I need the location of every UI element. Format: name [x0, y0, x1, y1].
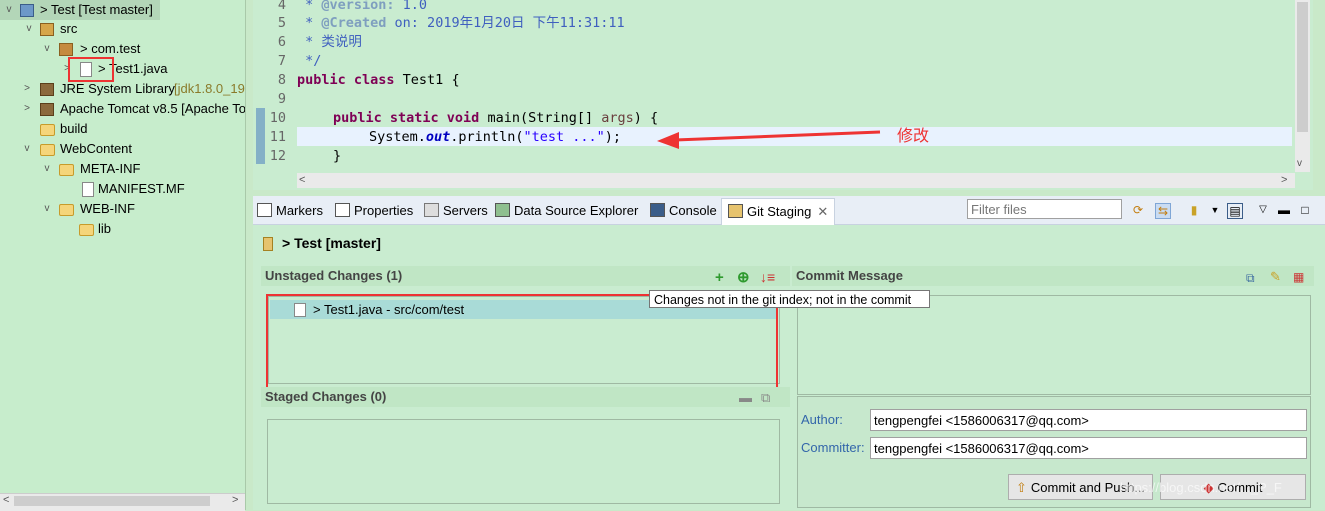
code-line-6: * 类说明	[297, 34, 362, 50]
unstaged-changes-header: Unstaged Changes (1)	[261, 266, 790, 286]
unstage-all-icon[interactable]: ⧉	[761, 391, 770, 404]
folder-open-icon	[59, 164, 74, 176]
project-icon	[20, 4, 34, 17]
minimize-icon[interactable]: ▬	[1277, 203, 1291, 217]
maximize-icon[interactable]: □	[1298, 203, 1312, 217]
chevron-down-icon[interactable]: v	[42, 199, 52, 219]
repository-icon[interactable]: ▮	[1187, 203, 1201, 217]
code-line-7: */	[297, 53, 322, 69]
highlight-box-file-icon	[68, 57, 114, 82]
close-icon[interactable]: ✕	[817, 204, 828, 219]
library-icon	[40, 83, 54, 96]
chevron-down-icon[interactable]: v	[4, 0, 14, 20]
signed-off-icon[interactable]: ✎	[1270, 269, 1281, 285]
unstaged-tooltip: Changes not in the git index; not in the…	[649, 290, 930, 308]
chevron-down-icon[interactable]: v	[42, 39, 52, 59]
line-number: 6	[277, 34, 286, 50]
chevron-right-icon[interactable]: >	[22, 99, 32, 119]
view-menu-icon[interactable]: ▽	[1256, 203, 1270, 217]
line-number: 12	[269, 148, 286, 164]
stage-selected-icon[interactable]: +	[715, 270, 724, 285]
code-line-10: public static void main(String[] args) {	[333, 110, 659, 126]
change-id-icon[interactable]: ▦	[1293, 270, 1304, 284]
chevron-down-icon[interactable]: v	[22, 139, 32, 159]
chevron-down-icon[interactable]: v	[42, 159, 52, 179]
watermark: https://blog.csdn.net/..._P_F	[1120, 480, 1282, 495]
package-icon	[59, 43, 73, 56]
annotation-label: 修改	[897, 128, 930, 145]
line-number: 4	[277, 0, 286, 13]
line-number: 5	[277, 15, 286, 31]
code-line-11: System.out.println("test ...");	[369, 129, 621, 145]
code-line-4: * @version: 1.0	[297, 0, 428, 13]
scrollbar-thumb[interactable]	[1297, 2, 1308, 132]
editor-horizontal-scrollbar[interactable]	[297, 173, 1295, 188]
layout-icon[interactable]: ▤	[1227, 203, 1243, 219]
code-line-5: * @Created on: 2019年1月20日 下午11:31:11	[297, 15, 625, 31]
tab-markers[interactable]: Markers	[257, 200, 323, 222]
folder-icon	[79, 224, 94, 236]
push-icon: ⇧	[1015, 480, 1027, 495]
tab-servers[interactable]: Servers	[424, 200, 488, 222]
committer-field[interactable]: tengpengfei <1586006317@qq.com>	[870, 437, 1307, 459]
console-icon	[650, 203, 665, 217]
scroll-right-icon[interactable]: >	[1281, 174, 1287, 186]
markers-icon	[257, 203, 272, 217]
git-staging-icon	[728, 204, 743, 218]
line-number: 7	[277, 53, 286, 69]
scroll-left-icon[interactable]: <	[3, 494, 9, 506]
filter-files-input[interactable]: Filter files	[967, 199, 1122, 219]
line-number: 8	[277, 72, 286, 88]
data-source-icon	[495, 203, 510, 217]
chevron-down-icon[interactable]: v	[24, 19, 34, 39]
project-explorer: v > Test [Test master] v src v > com.tes…	[0, 0, 246, 510]
commit-message-header: Commit Message	[792, 266, 1314, 286]
staged-changes-header: Staged Changes (0)	[261, 387, 790, 407]
chevron-right-icon[interactable]: >	[22, 79, 32, 99]
code-line-12: }	[333, 148, 342, 164]
line-number: 11	[269, 129, 286, 145]
tab-data-source-explorer[interactable]: Data Source Explorer	[495, 200, 638, 222]
sort-icon[interactable]: ↓≡	[760, 270, 775, 285]
committer-label: Committer:	[801, 440, 865, 455]
properties-icon	[335, 203, 350, 217]
folder-open-icon	[40, 144, 55, 156]
scroll-right-icon[interactable]: >	[232, 494, 238, 506]
line-number: 10	[269, 110, 286, 126]
refresh-icon[interactable]: ⟳	[1131, 203, 1145, 217]
line-number: 9	[277, 91, 286, 107]
folder-icon	[40, 124, 55, 136]
unstage-selected-icon[interactable]: ▬	[739, 391, 752, 404]
author-label: Author:	[801, 412, 843, 427]
scroll-down-icon[interactable]: v	[1297, 158, 1302, 169]
file-icon	[82, 182, 94, 197]
author-field[interactable]: tengpengfei <1586006317@qq.com>	[870, 409, 1307, 431]
repository-icon	[263, 237, 273, 251]
staged-list[interactable]	[267, 419, 780, 504]
scrollbar-thumb[interactable]	[14, 496, 210, 506]
annotation-arrow	[657, 130, 881, 149]
commit-message-input[interactable]	[797, 295, 1311, 395]
tab-git-staging[interactable]: Git Staging ✕	[721, 198, 836, 225]
tab-properties[interactable]: Properties	[335, 200, 413, 222]
tab-console[interactable]: Console	[650, 200, 717, 222]
servers-icon	[424, 203, 439, 217]
scroll-left-icon[interactable]: <	[299, 174, 305, 186]
code-line-8: public class Test1 {	[297, 72, 460, 88]
folder-open-icon	[59, 204, 74, 216]
staging-title: > Test [master]	[282, 235, 381, 251]
amend-icon[interactable]: ⧉	[1246, 271, 1255, 286]
tree-item-project[interactable]: v > Test [Test master]	[0, 0, 160, 20]
dropdown-icon[interactable]: ▼	[1208, 203, 1222, 217]
source-folder-icon	[40, 23, 54, 36]
library-icon	[40, 103, 54, 116]
link-editor-icon[interactable]: ⇆	[1155, 203, 1171, 219]
stage-all-icon[interactable]: ⊕	[737, 270, 750, 285]
